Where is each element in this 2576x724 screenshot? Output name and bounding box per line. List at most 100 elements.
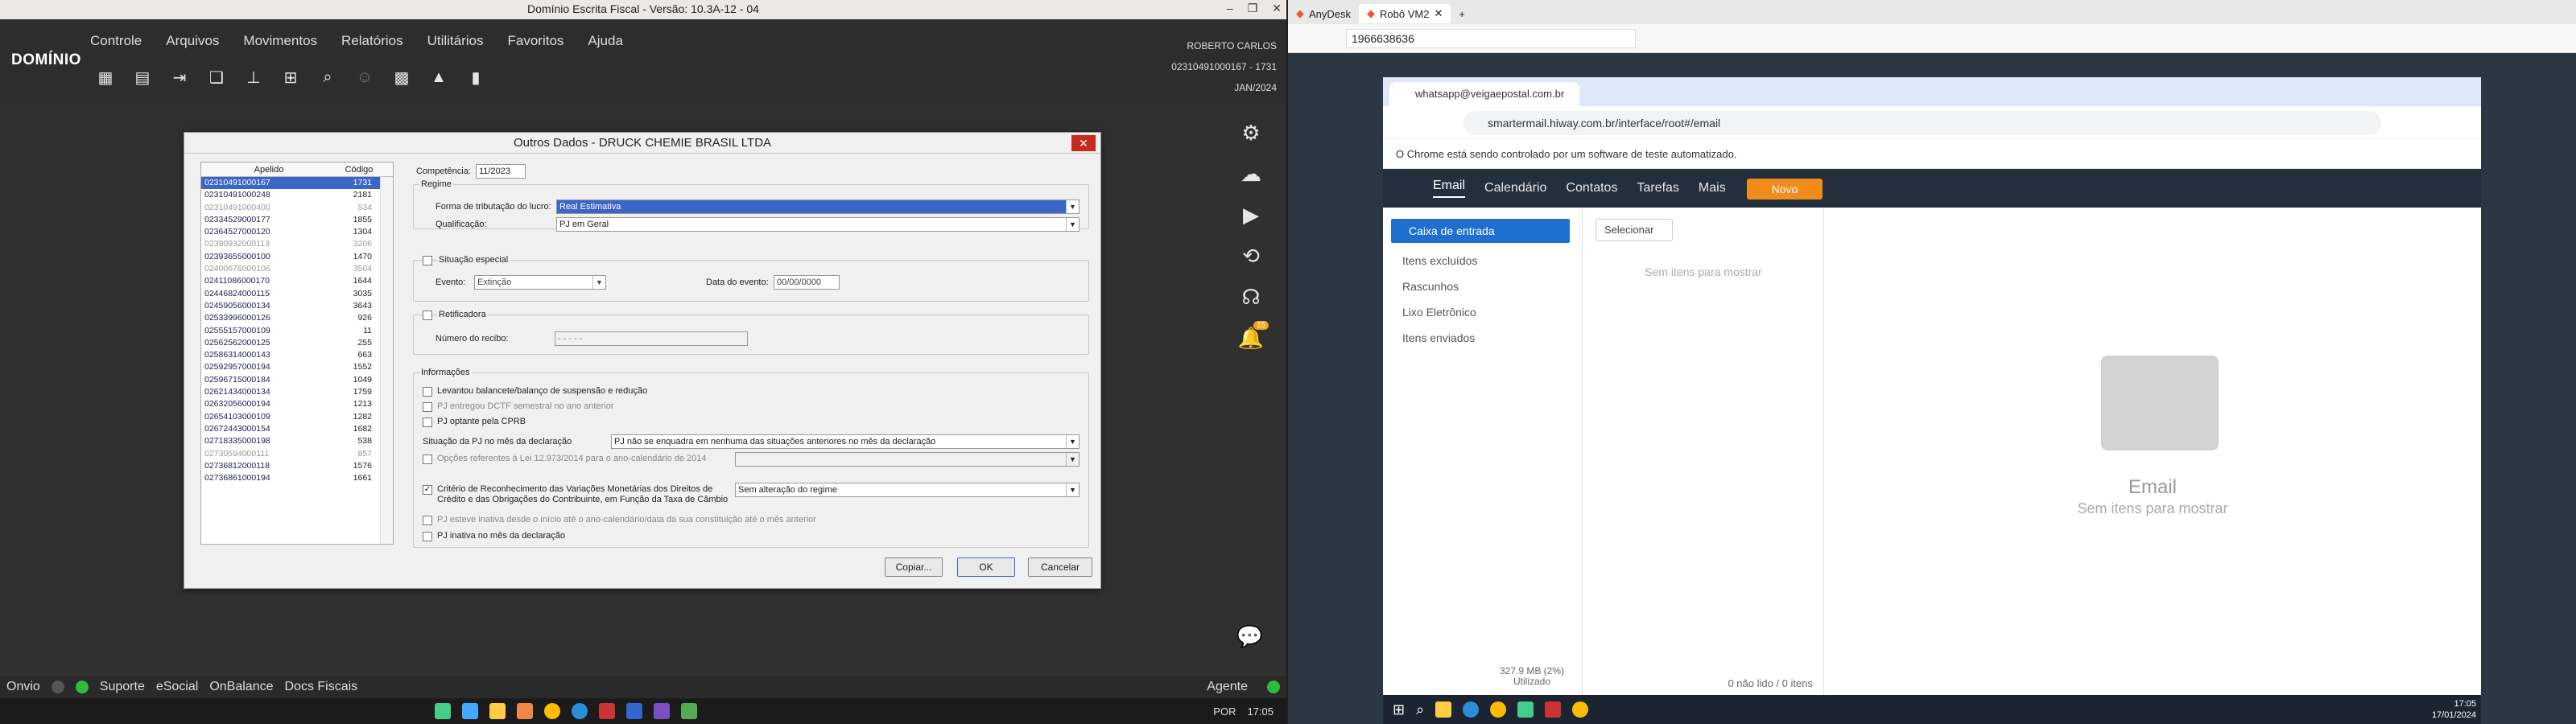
- gear-icon[interactable]: ⚙: [1241, 121, 1260, 146]
- building-icon[interactable]: ▦: [90, 64, 121, 90]
- folder-icon[interactable]: [489, 703, 506, 719]
- close-icon[interactable]: ✕: [1434, 7, 1443, 20]
- close-button[interactable]: ✕: [1272, 2, 1282, 15]
- new-tab-button[interactable]: +: [1451, 4, 1473, 23]
- anydesk-icon[interactable]: [599, 703, 615, 719]
- book-icon[interactable]: ▮: [460, 64, 491, 90]
- onvio-label[interactable]: Onvio: [6, 680, 40, 694]
- list-row[interactable]: 02632056000194 1213: [201, 398, 393, 410]
- list-row[interactable]: 02672443000154 1682: [201, 423, 393, 435]
- nav-email[interactable]: Email: [1433, 179, 1466, 198]
- export-icon[interactable]: ⇥: [164, 64, 195, 90]
- evento-select[interactable]: Extinção ▼: [474, 275, 606, 290]
- situacao-checkbox[interactable]: [423, 256, 432, 265]
- app-icon[interactable]: [517, 703, 533, 719]
- grid-icon[interactable]: ⊞: [275, 64, 306, 90]
- list-row[interactable]: 02393655000100 1470: [201, 251, 393, 263]
- maximize-button[interactable]: ❐: [1248, 2, 1258, 15]
- anydesk-address-field[interactable]: 1966638636: [1346, 29, 1636, 48]
- list-row[interactable]: 02310491000167 1731: [201, 177, 393, 190]
- folder-inbox[interactable]: Caixa de entrada: [1391, 219, 1570, 243]
- dctf-checkbox[interactable]: [423, 402, 432, 412]
- list-row[interactable]: 02736861000194 1661: [201, 472, 393, 484]
- menu-arquivos[interactable]: Arquivos: [166, 33, 219, 49]
- app-icon[interactable]: [435, 703, 451, 719]
- document-icon[interactable]: ▤: [127, 64, 158, 90]
- list-row[interactable]: 02400676000106 3504: [201, 263, 393, 275]
- company-list[interactable]: Apelido Código 02310491000167 1731 0231049…: [200, 162, 394, 545]
- data-evento-field[interactable]: 00/00/0000: [774, 275, 840, 290]
- menu-movimentos[interactable]: Movimentos: [243, 33, 317, 49]
- list-row[interactable]: 02533996000126 926: [201, 312, 393, 324]
- chart-icon[interactable]: ▲: [423, 64, 454, 90]
- docs-fiscais-label[interactable]: Docs Fiscais: [285, 680, 358, 694]
- nav-contatos[interactable]: Contatos: [1566, 181, 1617, 195]
- list-row[interactable]: 02411086000170 1644: [201, 275, 393, 287]
- list-row[interactable]: 02654103000109 1282: [201, 411, 393, 423]
- retificadora-checkbox[interactable]: [423, 311, 432, 320]
- files-icon[interactable]: ❏: [201, 64, 232, 90]
- list-row[interactable]: 02310491000400 534: [201, 202, 393, 214]
- folder-sent[interactable]: Itens enviados: [1402, 331, 1475, 344]
- onbalance-label[interactable]: OnBalance: [209, 680, 273, 694]
- list-row[interactable]: 02592957000194 1552: [201, 361, 393, 373]
- menu-controle[interactable]: Controle: [90, 33, 142, 49]
- criterio-select[interactable]: Sem alteração do regime ▼: [735, 483, 1080, 497]
- tray-lang[interactable]: POR: [1213, 705, 1236, 718]
- list-row[interactable]: 02459056000134 3643: [201, 300, 393, 312]
- list-row[interactable]: 02310491000248 2181: [201, 189, 393, 201]
- list-row[interactable]: 02334529000177 1855: [201, 214, 393, 226]
- balancete-checkbox[interactable]: [423, 387, 432, 397]
- menu-relatorios[interactable]: Relatórios: [341, 33, 403, 49]
- select-dropdown[interactable]: Selecionar: [1596, 219, 1673, 241]
- menu-utilitarios[interactable]: Utilitários: [427, 33, 484, 49]
- chrome-icon[interactable]: [1572, 701, 1589, 718]
- inativa-checkbox[interactable]: [423, 532, 432, 541]
- folder-drafts[interactable]: Rascunhos: [1402, 280, 1459, 293]
- remote-clock[interactable]: 17:05 17/01/2024: [2432, 698, 2476, 721]
- cloud-upload-icon[interactable]: ☁: [1241, 162, 1261, 187]
- edge-icon[interactable]: [1463, 701, 1480, 718]
- folder-icon[interactable]: [1435, 701, 1452, 718]
- anydesk-home-tab[interactable]: ◆ AnyDesk: [1288, 4, 1359, 23]
- list-row[interactable]: 02730594000111 857: [201, 448, 393, 460]
- cancelar-button[interactable]: Cancelar: [1028, 557, 1092, 577]
- list-row[interactable]: 02390932000113 3206: [201, 238, 393, 250]
- criterio-checkbox[interactable]: ✓: [423, 485, 432, 495]
- search-icon[interactable]: ⌕: [312, 64, 343, 90]
- edge-icon[interactable]: [572, 703, 588, 719]
- chat-icon[interactable]: 💬: [1236, 624, 1262, 649]
- header-apelido[interactable]: Apelido: [201, 162, 336, 176]
- update-icon[interactable]: ⟲: [1242, 244, 1260, 269]
- play-icon[interactable]: ▶: [1243, 203, 1259, 228]
- user-icon[interactable]: ☺: [349, 64, 380, 90]
- stamp-icon[interactable]: ⊥: [238, 64, 269, 90]
- header-codigo[interactable]: Código: [336, 162, 382, 176]
- lei-checkbox[interactable]: [423, 455, 432, 464]
- chrome-icon[interactable]: [544, 703, 560, 719]
- nav-tarefas[interactable]: Tarefas: [1637, 181, 1678, 195]
- minimize-button[interactable]: –: [1227, 2, 1233, 15]
- agente-label[interactable]: Agente: [1207, 680, 1248, 694]
- anydesk-session-tab[interactable]: ◆ Robô VM2 ✕: [1359, 4, 1451, 23]
- menu-ajuda[interactable]: Ajuda: [588, 33, 622, 49]
- chrome-tab[interactable]: whatsapp@veigaepostal.com.br: [1389, 82, 1579, 106]
- app-icon[interactable]: [1517, 701, 1534, 718]
- app-icon[interactable]: [462, 703, 478, 719]
- esocial-label[interactable]: eSocial: [156, 680, 198, 694]
- competencia-field[interactable]: 11/2023: [476, 164, 526, 179]
- headset-icon[interactable]: ☊: [1241, 285, 1260, 310]
- folder-junk[interactable]: Lixo Eletrônico: [1402, 306, 1476, 319]
- chrome-icon[interactable]: [1490, 701, 1507, 718]
- vscode-icon[interactable]: [626, 703, 642, 719]
- tray-time[interactable]: 17:05: [1247, 705, 1274, 718]
- url-bar[interactable]: smartermail.hiway.com.br/interface/root#…: [1463, 111, 2381, 135]
- list-row[interactable]: 02562562000125 255: [201, 337, 393, 349]
- cprb-checkbox[interactable]: [423, 418, 432, 427]
- list-row[interactable]: 02736812000118 1576: [201, 460, 393, 472]
- recibo-field[interactable]: - - - - -: [555, 331, 748, 346]
- qualificacao-select[interactable]: PJ em Geral ▼: [556, 217, 1080, 232]
- nav-mais[interactable]: Mais: [1699, 181, 1726, 195]
- search-icon[interactable]: ⌕: [1416, 701, 1424, 718]
- bell-icon[interactable]: 🔔 15: [1238, 321, 1269, 351]
